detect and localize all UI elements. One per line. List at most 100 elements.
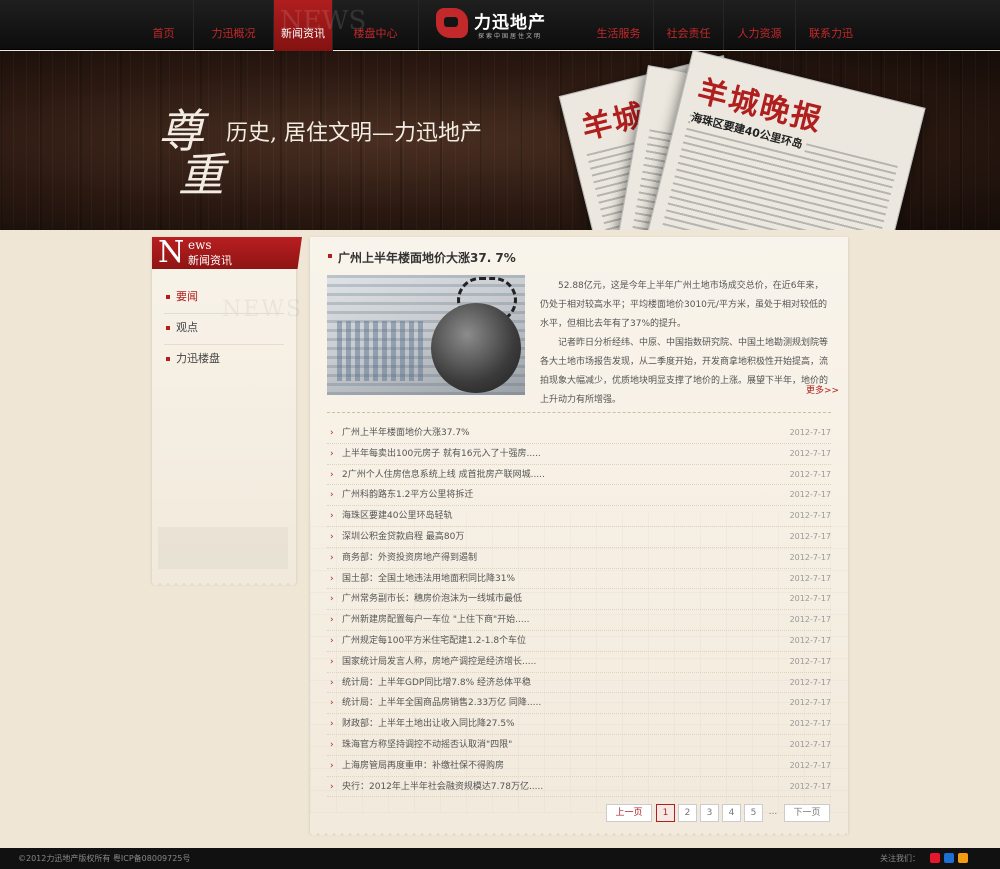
news-row[interactable]: › 广州科韵路东1.2平方公里将拆迁 2012-7-17 xyxy=(327,485,831,507)
news-title[interactable]: 统计局：上半年GDP同比增7.8% 经济总体平稳 xyxy=(342,673,531,693)
news-title[interactable]: 海珠区要建40公里环岛轻轨 xyxy=(342,506,452,526)
chevron-right-icon: › xyxy=(330,448,334,459)
photo-lamp-shape xyxy=(431,303,521,393)
news-row[interactable]: › 广州上半年楼面地价大涨37.7% 2012-7-17 xyxy=(327,423,831,444)
news-title[interactable]: 广州常务副市长：穗房价泡沫为一线城市最低 xyxy=(342,589,522,609)
more-link[interactable]: 更多>> xyxy=(806,383,839,396)
nav-item-label: 生活服务 xyxy=(596,27,641,40)
article-title[interactable]: 广州上半年楼面地价大涨37. 7% xyxy=(328,249,516,266)
news-row[interactable]: › 广州新建房配置每户一车位 "上住下商"开始..... 2012-7-17 xyxy=(327,610,831,631)
next-page-button[interactable]: 下一页 xyxy=(784,804,830,822)
nav-item-news[interactable]: NEWS 新闻资讯 xyxy=(274,0,366,58)
news-row[interactable]: › 广州规定每100平方米住宅配建1.2-1.8个车位 2012-7-17 xyxy=(327,631,831,652)
news-row[interactable]: › 上半年每卖出100元房子 就有16元入了十强房..... 2012-7-17 xyxy=(327,444,831,465)
nav-item-label: 力迅概况 xyxy=(211,27,256,40)
news-title[interactable]: 国土部：全国土地违法用地面积同比降31% xyxy=(342,569,515,589)
nav-item-home[interactable]: 首页 xyxy=(134,0,194,50)
logo-name: 力迅地产 xyxy=(474,13,546,33)
news-row[interactable]: › 商务部：外资投资房地产得到遏制 2012-7-17 xyxy=(327,548,831,569)
news-title[interactable]: 商务部：外资投资房地产得到遏制 xyxy=(342,548,477,568)
news-row[interactable]: › 统计局：上半年全国商品房销售2.33万亿 同降..... 2012-7-17 xyxy=(327,693,831,715)
chevron-right-icon: › xyxy=(330,677,334,688)
chevron-right-icon: › xyxy=(330,656,334,667)
news-title[interactable]: 广州科韵路东1.2平方公里将拆迁 xyxy=(342,485,473,505)
dashed-divider xyxy=(327,412,831,413)
brand-logo[interactable]: 力迅地产 探索中国居住文明 xyxy=(436,6,556,44)
news-title[interactable]: 国家统计局发言人称，房地产调控是经济增长..... xyxy=(342,652,536,672)
nav-item-label: 人力资源 xyxy=(737,27,782,40)
nav-item-label: 首页 xyxy=(152,27,175,40)
news-row[interactable]: › 深圳公积金贷款启程 最高80万 2012-7-17 xyxy=(327,527,831,548)
nav-item-services[interactable]: 生活服务 xyxy=(584,0,654,50)
nav-item-hr[interactable]: 人力资源 xyxy=(724,0,796,50)
nav-item-contact[interactable]: 联系力迅 xyxy=(796,0,866,50)
sidebar-header-cn: 新闻资讯 xyxy=(188,254,232,267)
torn-edge-decoration xyxy=(310,831,848,839)
news-row[interactable]: › 广州常务副市长：穗房价泡沫为一线城市最低 2012-7-17 xyxy=(327,589,831,611)
page-button-1[interactable]: 1 xyxy=(656,804,675,822)
torn-edge-decoration xyxy=(152,581,296,589)
logo-slogan: 探索中国居住文明 xyxy=(478,33,543,40)
news-row[interactable]: › 国土部：全国土地违法用地面积同比降31% 2012-7-17 xyxy=(327,569,831,590)
news-date: 2012-7-17 xyxy=(789,490,831,500)
news-date: 2012-7-17 xyxy=(789,448,831,458)
chevron-right-icon: › xyxy=(330,615,334,626)
news-title[interactable]: 央行：2012年上半年社会融资规模达7.78万亿..... xyxy=(342,777,543,797)
news-date: 2012-7-17 xyxy=(789,615,831,625)
news-date: 2012-7-17 xyxy=(789,552,831,562)
news-date: 2012-7-17 xyxy=(789,698,831,708)
nav-item-label: 社会责任 xyxy=(666,27,711,40)
sidebar-item-opinions[interactable]: 观点 xyxy=(164,314,284,345)
main-content: 广州上半年楼面地价大涨37. 7% 52.88亿元，这是今年上半年广州土地市场成… xyxy=(310,237,848,839)
news-date: 2012-7-17 xyxy=(789,739,831,749)
news-title[interactable]: 上半年每卖出100元房子 就有16元入了十强房..... xyxy=(342,444,541,464)
sidebar-item-headlines[interactable]: 要闻 xyxy=(164,283,284,314)
nav-item-about[interactable]: 力迅概况 xyxy=(194,0,274,50)
sidebar-item-label: 观点 xyxy=(176,321,198,334)
weibo-icon[interactable] xyxy=(930,853,940,863)
article-summary: 52.88亿元，这是今年上半年广州土地市场成交总价，在近6年来，仍处于相对较高水… xyxy=(540,277,832,410)
news-title[interactable]: 广州规定每100平方米住宅配建1.2-1.8个车位 xyxy=(342,631,526,651)
news-row[interactable]: › 央行：2012年上半年社会融资规模达7.78万亿..... 2012-7-17 xyxy=(327,777,831,798)
news-title[interactable]: 上海房管局再度重申：补缴社保不得购房 xyxy=(342,756,504,776)
news-date: 2012-7-17 xyxy=(789,594,831,604)
news-row[interactable]: › 财政部：上半年土地出让收入同比降27.5% 2012-7-17 xyxy=(327,714,831,735)
news-title[interactable]: 2广州个人住房信息系统上线 成首批房产联网城..... xyxy=(342,465,545,485)
sidebar-item-label: 力迅楼盘 xyxy=(176,352,220,365)
news-title[interactable]: 广州上半年楼面地价大涨37.7% xyxy=(342,423,470,443)
people-icon[interactable] xyxy=(944,853,954,863)
chevron-right-icon: › xyxy=(330,594,334,605)
chevron-right-icon: › xyxy=(330,490,334,501)
news-title[interactable]: 广州新建房配置每户一车位 "上住下商"开始..... xyxy=(342,610,529,630)
page-button-3[interactable]: 3 xyxy=(700,804,719,822)
sidebar: N ews 新闻资讯 NEWS 要闻 观点 力迅楼盘 xyxy=(152,237,302,589)
news-row[interactable]: › 国家统计局发言人称，房地产调控是经济增长..... 2012-7-17 xyxy=(327,652,831,673)
article-paragraph: 记者昨日分析经纬、中原、中国指数研究院、中国土地勘测规划院等各大土地市场报告发现… xyxy=(540,338,829,405)
sidebar-header: N ews 新闻资讯 xyxy=(152,237,302,269)
news-title[interactable]: 深圳公积金贷款启程 最高80万 xyxy=(342,527,464,547)
page-button-5[interactable]: 5 xyxy=(744,804,763,822)
prev-page-button[interactable]: 上一页 xyxy=(606,804,652,822)
chevron-right-icon: › xyxy=(330,531,334,542)
article-photo[interactable] xyxy=(327,275,525,395)
page-button-2[interactable]: 2 xyxy=(678,804,697,822)
page-button-4[interactable]: 4 xyxy=(722,804,741,822)
news-row[interactable]: › 统计局：上半年GDP同比增7.8% 经济总体平稳 2012-7-17 xyxy=(327,673,831,694)
qq-icon[interactable] xyxy=(958,853,968,863)
news-row[interactable]: › 2广州个人住房信息系统上线 成首批房产联网城..... 2012-7-17 xyxy=(327,465,831,486)
newspaper-front: 羊城晚报 海珠区要建40公里环岛 xyxy=(644,51,926,230)
nav-item-label: 联系力迅 xyxy=(809,27,853,40)
news-row[interactable]: › 珠海官方称坚持调控不动摇否认取消"四限" 2012-7-17 xyxy=(327,735,831,756)
news-row[interactable]: › 海珠区要建40公里环岛轻轨 2012-7-17 xyxy=(327,506,831,527)
news-date: 2012-7-17 xyxy=(789,469,831,479)
news-title[interactable]: 统计局：上半年全国商品房销售2.33万亿 同降..... xyxy=(342,693,541,713)
news-title[interactable]: 财政部：上半年土地出让收入同比降27.5% xyxy=(342,714,515,734)
news-date: 2012-7-17 xyxy=(789,677,831,687)
news-title[interactable]: 珠海官方称坚持调控不动摇否认取消"四限" xyxy=(342,735,512,755)
nav-item-properties[interactable]: 楼盘中心 xyxy=(333,0,419,50)
news-row[interactable]: › 上海房管局再度重申：补缴社保不得购房 2012-7-17 xyxy=(327,756,831,777)
chevron-right-icon: › xyxy=(330,781,334,792)
nav-item-responsibility[interactable]: 社会责任 xyxy=(654,0,724,50)
banner-slogan: 历史, 居住文明—力迅地产 xyxy=(226,121,482,146)
sidebar-item-properties[interactable]: 力迅楼盘 xyxy=(164,345,284,376)
